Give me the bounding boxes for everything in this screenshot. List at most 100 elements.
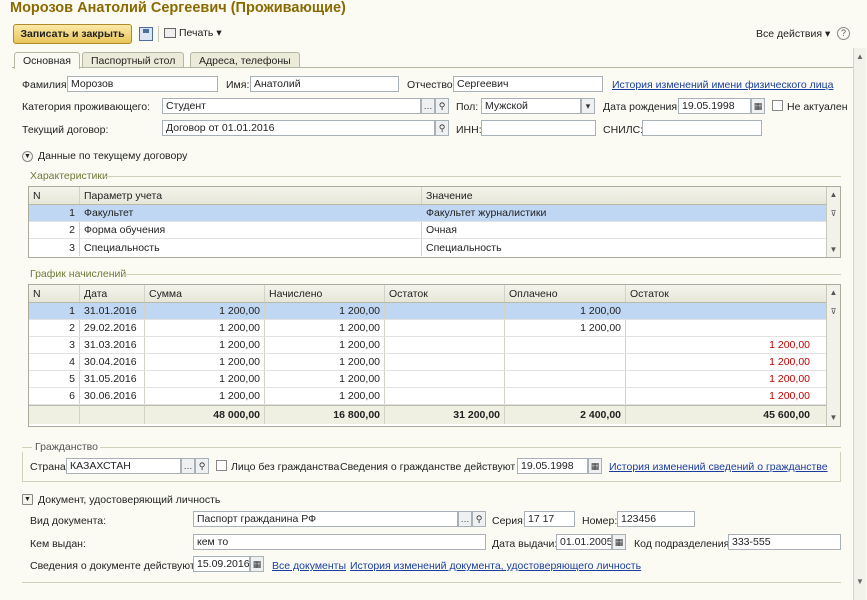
cell-rest-final: 1 200,00	[769, 390, 810, 402]
page-scrollbar[interactable]: ▲ ▼	[853, 48, 866, 600]
table-row[interactable]: 1 31.01.2016 1 200,00 1 200,00 1 200,00	[29, 303, 840, 320]
column-header[interactable]: Параметр учета	[80, 187, 422, 204]
cell-rest	[385, 337, 505, 353]
column-header[interactable]: Значение	[422, 187, 828, 204]
birth-input[interactable]: 19.05.1998	[678, 98, 751, 114]
scroll-up-icon[interactable]: ▲	[827, 190, 840, 199]
chevron-down-icon: ▾	[216, 27, 222, 39]
group-divider	[100, 447, 841, 448]
scroll-stop-icon[interactable]: ⊽	[827, 307, 840, 316]
expander-icon[interactable]: ▼	[22, 151, 33, 162]
scroll-down-icon[interactable]: ▼	[827, 245, 840, 254]
calendar-icon[interactable]: ▦	[588, 458, 602, 474]
scrollbar[interactable]: ▲ ⊽ ▼	[826, 285, 840, 426]
scroll-down-icon[interactable]: ▼	[827, 413, 840, 422]
cell-rest	[385, 371, 505, 387]
scroll-stop-icon[interactable]: ⊽	[827, 209, 840, 218]
calendar-icon[interactable]: ▦	[751, 98, 765, 114]
scroll-up-icon[interactable]: ▲	[827, 288, 840, 297]
table-row[interactable]: 5 31.05.2016 1 200,00 1 200,00 1 200,00	[29, 371, 840, 388]
search-icon[interactable]: ⚲	[195, 458, 209, 474]
schedule-table[interactable]: N Дата Сумма Начислено Остаток Оплачено …	[28, 284, 841, 427]
inn-input[interactable]	[481, 120, 596, 136]
document-history-link[interactable]: История изменений документа, удостоверяю…	[350, 560, 641, 572]
stateless-checkbox[interactable]	[216, 460, 227, 471]
dept-input[interactable]: 333-555	[728, 534, 841, 550]
ellipsis-icon[interactable]: …	[458, 511, 472, 527]
series-input[interactable]: 17 17	[524, 511, 575, 527]
tab-passport[interactable]: Паспортный стол	[82, 52, 185, 68]
patronymic-input[interactable]: Сергеевич	[453, 76, 603, 92]
total-paid: 2 400,00	[505, 406, 626, 424]
document-type-input[interactable]: Паспорт гражданина РФ	[193, 511, 458, 527]
column-header[interactable]: Остаток	[385, 285, 505, 302]
save-close-button[interactable]: Записать и закрыть	[13, 24, 132, 44]
column-header[interactable]: N	[29, 187, 80, 204]
scroll-up-icon[interactable]: ▲	[856, 52, 864, 61]
dept-label: Код подразделения:	[634, 538, 733, 550]
cell-param: Форма обучения	[80, 222, 422, 238]
characteristics-table[interactable]: N Параметр учета Значение 1 Факультет Фа…	[28, 186, 841, 258]
search-icon[interactable]: ⚲	[435, 98, 449, 114]
calendar-icon[interactable]: ▦	[612, 534, 626, 550]
table-row[interactable]: 6 30.06.2016 1 200,00 1 200,00 1 200,00	[29, 388, 840, 405]
contract-input[interactable]: Договор от 01.01.2016	[162, 120, 435, 136]
help-icon[interactable]: ?	[837, 27, 850, 40]
name-history-link[interactable]: История изменений имени физического лица	[612, 79, 833, 91]
cell-n: 3	[29, 239, 80, 256]
save-icon[interactable]	[139, 27, 153, 41]
citizenship-history-link[interactable]: История изменений сведений о гражданстве	[609, 461, 828, 473]
column-header[interactable]: Оплачено	[505, 285, 626, 302]
calendar-icon[interactable]: ▦	[250, 556, 264, 572]
ellipsis-icon[interactable]: …	[181, 458, 195, 474]
lastname-input[interactable]: Морозов	[67, 76, 218, 92]
cell-sum: 1 200,00	[145, 337, 265, 353]
expander-icon[interactable]: ▼	[22, 494, 33, 505]
print-button[interactable]: Печать ▾	[164, 27, 222, 39]
table-row[interactable]: 3 Специальность Специальность	[29, 239, 840, 256]
all-actions-button[interactable]: Все действия ▾	[756, 28, 830, 40]
table-row[interactable]: 2 Форма обучения Очная	[29, 222, 840, 239]
gender-input[interactable]: Мужской	[481, 98, 581, 114]
column-header[interactable]: Начислено	[265, 285, 385, 302]
column-header[interactable]: Дата	[80, 285, 145, 302]
category-input[interactable]: Студент	[162, 98, 421, 114]
page-title: Морозов Анатолий Сергеевич (Проживающие)	[10, 0, 346, 16]
cell-value: Очная	[426, 224, 457, 236]
scrollbar[interactable]: ▲ ⊽ ▼	[826, 187, 840, 257]
cell-charged: 1 200,00	[265, 303, 385, 319]
search-icon[interactable]: ⚲	[435, 120, 449, 136]
tab-main[interactable]: Основная	[14, 52, 80, 69]
table-row[interactable]: 3 31.03.2016 1 200,00 1 200,00 1 200,00	[29, 337, 840, 354]
cell-sum: 1 200,00	[145, 354, 265, 370]
all-documents-link[interactable]: Все документы	[272, 560, 346, 572]
chevron-down-icon[interactable]: ▾	[581, 98, 595, 114]
issue-date-input[interactable]: 01.01.2005	[556, 534, 612, 550]
scroll-down-icon[interactable]: ▼	[856, 577, 864, 586]
column-header[interactable]: Остаток	[626, 285, 828, 302]
document-title[interactable]: Документ, удостоверяющий личность	[38, 494, 220, 506]
number-input[interactable]: 123456	[617, 511, 695, 527]
contract-section-title[interactable]: Данные по текущему договору	[38, 150, 187, 162]
cell-paid: 1 200,00	[505, 303, 626, 319]
table-row[interactable]: 2 29.02.2016 1 200,00 1 200,00 1 200,00	[29, 320, 840, 337]
inn-label: ИНН:	[456, 124, 482, 136]
ellipsis-icon[interactable]: …	[421, 98, 435, 114]
country-input[interactable]: КАЗАХСТАН	[66, 458, 181, 474]
issuer-input[interactable]: кем то	[193, 534, 486, 550]
column-header[interactable]: N	[29, 285, 80, 302]
table-row[interactable]: 4 30.04.2016 1 200,00 1 200,00 1 200,00	[29, 354, 840, 371]
document-valid-label: Сведения о документе действуют с:	[30, 560, 206, 572]
tab-addresses[interactable]: Адреса, телефоны	[190, 52, 300, 68]
search-icon[interactable]: ⚲	[472, 511, 486, 527]
snils-input[interactable]	[642, 120, 762, 136]
inactive-checkbox[interactable]	[772, 100, 783, 111]
document-valid-input[interactable]: 15.09.2016	[193, 556, 250, 572]
table-row[interactable]: 1 Факультет Факультет журналистики	[29, 205, 840, 222]
citizenship-valid-input[interactable]: 19.05.1998	[517, 458, 588, 474]
citizenship-valid-label: Сведения о гражданстве действуют с:	[340, 461, 527, 473]
printer-icon	[164, 28, 176, 38]
issuer-label: Кем выдан:	[30, 538, 86, 550]
column-header[interactable]: Сумма	[145, 285, 265, 302]
firstname-input[interactable]: Анатолий	[250, 76, 399, 92]
